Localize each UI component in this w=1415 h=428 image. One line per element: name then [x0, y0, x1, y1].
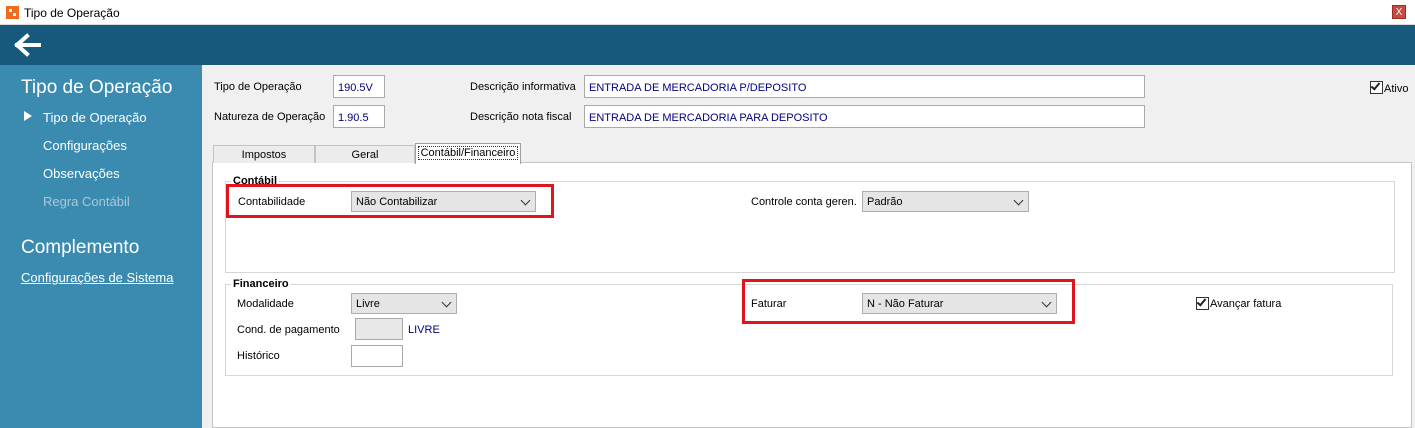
close-button[interactable]: X: [1392, 5, 1406, 19]
tab-geral[interactable]: Geral: [315, 145, 415, 163]
highlight-box-faturar: [742, 279, 1075, 324]
sidebar-section-title: Tipo de Operação: [21, 77, 173, 98]
descricao-nota-fiscal-field[interactable]: ENTRADA DE MERCADORIA PARA DEPOSITO: [584, 105, 1145, 128]
controle-conta-select-value: Padrão: [867, 196, 903, 208]
tab-contabil-financeiro-label: Contábil/Financeiro: [417, 146, 519, 160]
window-titlebar: Tipo de Operação X: [0, 0, 1415, 25]
active-arrow-icon: [24, 111, 32, 121]
historico-field[interactable]: [351, 345, 403, 367]
natureza-operacao-field[interactable]: 1.90.5: [333, 105, 385, 128]
app-icon: [6, 6, 19, 19]
sidebar-item-tipo-operacao[interactable]: Tipo de Operação: [43, 110, 147, 125]
descricao-informativa-label: Descrição informativa: [470, 81, 576, 93]
controle-conta-select[interactable]: Padrão: [862, 191, 1029, 212]
avancar-fatura-checkbox[interactable]: [1196, 296, 1209, 310]
historico-label: Histórico: [237, 350, 280, 362]
back-arrow-icon[interactable]: [14, 33, 42, 57]
cond-pagamento-label: Cond. de pagamento: [237, 324, 340, 336]
tipo-operacao-field[interactable]: 190.5V: [333, 75, 385, 98]
ativo-checkbox[interactable]: [1370, 80, 1383, 94]
chevron-down-icon: [1013, 195, 1024, 206]
sidebar-item-configuracoes[interactable]: Configurações: [43, 138, 127, 153]
checkmark-icon: [1196, 296, 1207, 307]
modalidade-select-value: Livre: [356, 298, 380, 310]
descricao-informativa-field[interactable]: ENTRADA DE MERCADORIA P/DEPOSITO: [584, 75, 1145, 98]
highlight-box-contabilidade: [226, 184, 554, 218]
ativo-label: Ativo: [1384, 83, 1409, 95]
tab-contabil-financeiro[interactable]: Contábil/Financeiro: [415, 143, 521, 164]
natureza-operacao-label: Natureza de Operação: [214, 111, 326, 123]
modalidade-label: Modalidade: [237, 298, 294, 310]
sidebar-item-regra-contabil: Regra Contábil: [43, 194, 130, 209]
sidebar-section-complemento: Complemento: [21, 237, 140, 258]
controle-conta-label: Controle conta geren.: [751, 196, 857, 208]
financeiro-group-title: Financeiro: [231, 278, 291, 290]
modalidade-select[interactable]: Livre: [351, 293, 457, 314]
checkmark-icon: [1370, 80, 1381, 91]
cond-pagamento-field[interactable]: [355, 318, 403, 340]
sidebar-item-observacoes[interactable]: Observações: [43, 166, 120, 181]
chevron-down-icon: [441, 297, 452, 308]
tab-impostos[interactable]: Impostos: [213, 145, 315, 163]
window-title: Tipo de Operação: [24, 6, 120, 20]
tipo-operacao-label: Tipo de Operação: [214, 81, 302, 93]
avancar-fatura-label: Avançar fatura: [1210, 298, 1282, 310]
descricao-nota-fiscal-label: Descrição nota fiscal: [470, 111, 572, 123]
sidebar-link-config-sistema[interactable]: Configurações de Sistema: [21, 270, 173, 285]
header-bar: [0, 25, 1415, 65]
cond-pagamento-description: LIVRE: [408, 324, 440, 336]
